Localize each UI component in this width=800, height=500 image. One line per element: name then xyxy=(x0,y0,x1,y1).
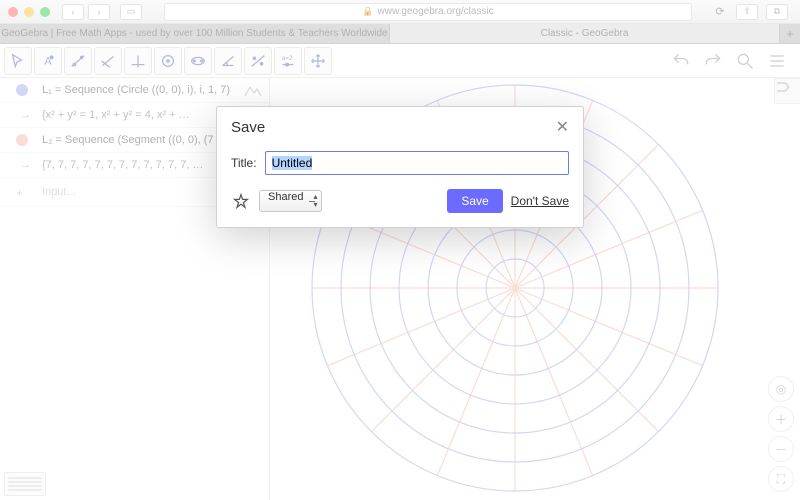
keyboard-toggle[interactable] xyxy=(4,472,46,496)
plus-icon: + xyxy=(16,186,23,200)
dialog-title: Save xyxy=(231,119,265,136)
visibility-select[interactable]: Shared ▴▾ xyxy=(259,190,322,212)
arrow-icon: → xyxy=(20,159,31,171)
title-label: Title: xyxy=(231,156,257,170)
new-tab-button[interactable]: + xyxy=(780,24,800,43)
move-tool[interactable] xyxy=(4,47,32,75)
redo-button[interactable] xyxy=(702,50,724,72)
undo-button[interactable] xyxy=(670,50,692,72)
reflect-tool[interactable] xyxy=(244,47,272,75)
menu-button[interactable] xyxy=(766,50,788,72)
ellipse-tool[interactable] xyxy=(184,47,212,75)
tab-classic[interactable]: Classic - GeoGebra xyxy=(390,24,780,43)
reload-button[interactable]: ⟳ xyxy=(710,5,730,18)
close-window-icon[interactable] xyxy=(8,7,18,17)
move-view-tool[interactable] xyxy=(304,47,332,75)
maximize-window-icon[interactable] xyxy=(40,7,50,17)
formula-text: L₂ = Sequence (Segment ((0, 0), (7 co… xyxy=(42,134,239,146)
tab-strip: GeoGebra | Free Math Apps - used by over… xyxy=(0,24,800,44)
slider-tool[interactable]: a=2 xyxy=(274,47,302,75)
app-toolbar: A a=2 xyxy=(0,44,800,78)
style-bar-toggle[interactable] xyxy=(774,78,800,104)
point-tool[interactable]: A xyxy=(34,47,62,75)
object-color-dot[interactable] xyxy=(16,134,28,146)
target-button[interactable]: ◎ xyxy=(768,376,794,402)
save-dialog: Save ✕ Title: Untitled Shared ▴▾ Save Do… xyxy=(216,106,584,228)
share-icon[interactable] xyxy=(231,191,251,211)
line-tool[interactable] xyxy=(64,47,92,75)
lock-icon: 🔒 xyxy=(362,6,373,17)
save-button[interactable]: Save xyxy=(447,189,502,213)
formula-detail: {7, 7, 7, 7, 7, 7, 7, 7, 7, 7, 7, 7, … xyxy=(42,159,203,171)
close-button[interactable]: ✕ xyxy=(556,117,569,137)
minimize-window-icon[interactable] xyxy=(24,7,34,17)
address-bar[interactable]: 🔒 www.geogebra.org/classic xyxy=(164,3,692,21)
toggle-icon[interactable] xyxy=(243,84,263,98)
search-button[interactable] xyxy=(734,50,756,72)
tab-geogebra-home[interactable]: GeoGebra | Free Math Apps - used by over… xyxy=(0,24,390,43)
circle-tool[interactable] xyxy=(154,47,182,75)
dont-save-link[interactable]: Don't Save xyxy=(511,194,569,208)
perpendicular-tool[interactable] xyxy=(124,47,152,75)
zoom-out-button[interactable]: － xyxy=(768,436,794,462)
input-placeholder: Input... xyxy=(42,186,76,198)
back-button[interactable]: ‹ xyxy=(62,4,84,20)
tabs-button[interactable]: ⧉ xyxy=(766,4,788,20)
angle-tool[interactable] xyxy=(214,47,242,75)
fullscreen-button[interactable]: ⛶ xyxy=(768,466,794,492)
window-controls xyxy=(8,7,50,17)
browser-chrome: ‹ › ▭ 🔒 www.geogebra.org/classic ⟳ ⇪ ⧉ xyxy=(0,0,800,24)
title-input[interactable]: Untitled xyxy=(265,151,569,175)
formula-text: L₁ = Sequence (Circle ((0, 0), i), i, 1,… xyxy=(42,84,230,96)
sidebar-button[interactable]: ▭ xyxy=(120,4,142,20)
forward-button[interactable]: › xyxy=(88,4,110,20)
arrow-icon: → xyxy=(20,109,31,121)
list-item[interactable]: L₁ = Sequence (Circle ((0, 0), i), i, 1,… xyxy=(0,78,269,103)
object-color-dot[interactable] xyxy=(16,84,28,96)
url-text: www.geogebra.org/classic xyxy=(378,6,494,17)
formula-detail: {x² + y² = 1, x² + y² = 4, x² + … xyxy=(42,109,190,121)
segment-tool[interactable] xyxy=(94,47,122,75)
share-button[interactable]: ⇪ xyxy=(736,4,758,20)
zoom-in-button[interactable]: ＋ xyxy=(768,406,794,432)
svg-text:a=2: a=2 xyxy=(282,55,293,62)
